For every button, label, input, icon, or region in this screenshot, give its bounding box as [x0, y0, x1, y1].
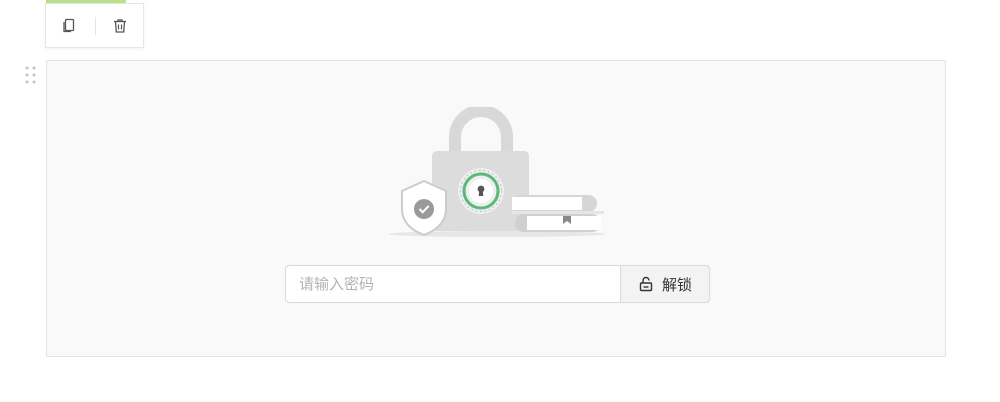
unlock-button-label: 解锁	[661, 275, 692, 294]
drag-dots-icon	[25, 66, 36, 84]
toolbar-divider	[95, 17, 96, 35]
password-input[interactable]	[285, 265, 620, 303]
delete-button[interactable]	[108, 14, 132, 38]
unlock-button[interactable]: 解锁	[620, 265, 710, 303]
copy-button[interactable]	[57, 14, 81, 38]
trash-icon	[114, 19, 126, 33]
unlock-icon	[639, 276, 653, 292]
lock-illustration	[389, 107, 605, 237]
copy-icon	[63, 18, 75, 33]
drag-handle[interactable]	[24, 65, 38, 85]
editor-canvas: 解锁	[0, 0, 1000, 402]
locked-block: 解锁	[46, 60, 946, 357]
block-toolbar	[45, 3, 144, 48]
password-group: 解锁	[285, 265, 710, 303]
